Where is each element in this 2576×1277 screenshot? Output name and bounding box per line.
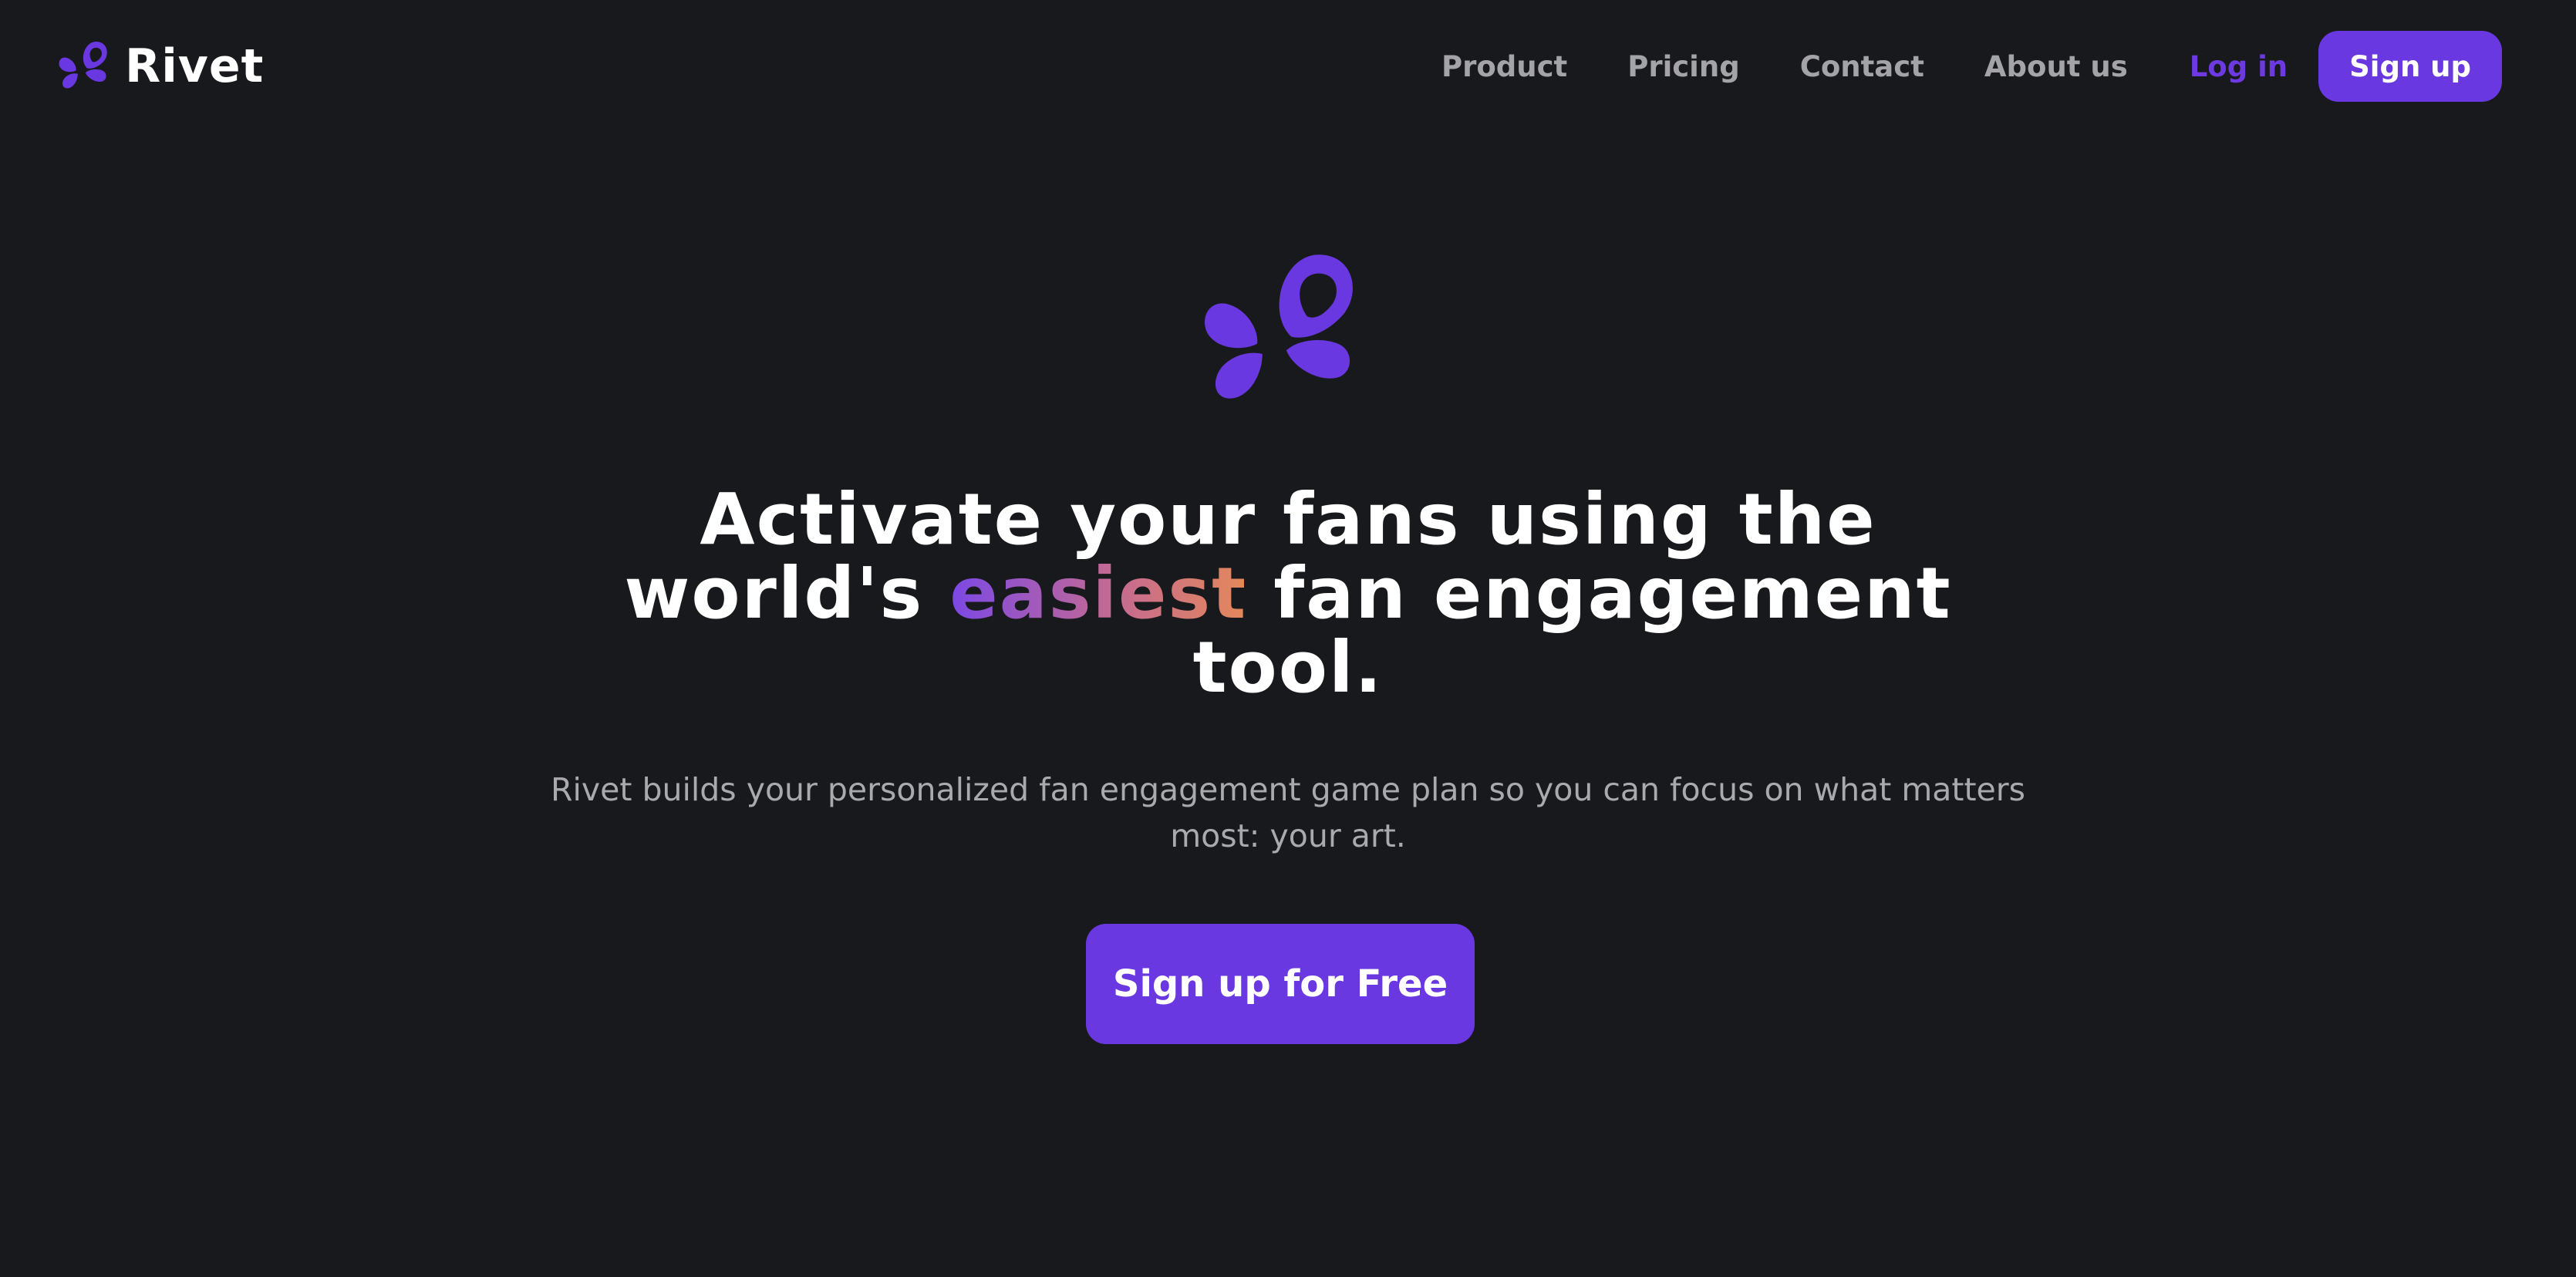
- subtitle-line-2: most: your art.: [1170, 817, 1406, 854]
- rivet-logo-icon: [59, 41, 107, 89]
- nav-link-pricing[interactable]: Pricing: [1627, 50, 1740, 83]
- brand-home-link[interactable]: Rivet: [56, 35, 264, 97]
- top-navbar: Rivet Product Pricing Contact About us L…: [0, 0, 2576, 133]
- headline-line-2-start: world's: [624, 552, 950, 635]
- hero-subtitle: Rivet builds your personalized fan engag…: [478, 767, 2098, 859]
- headline-line-1: Activate your fans using the: [700, 478, 1876, 561]
- headline-line-2: world's easiest fan engagement: [440, 557, 2136, 631]
- nav-link-about-us[interactable]: About us: [1984, 50, 2128, 83]
- main-nav: Product Pricing Contact About us Log in …: [1441, 31, 2502, 102]
- subtitle-line-1: Rivet builds your personalized fan engag…: [551, 771, 2025, 808]
- rivet-hero-logo-icon: [1205, 254, 1353, 399]
- headline-line-2-end: fan engagement: [1247, 552, 1952, 635]
- login-link[interactable]: Log in: [2190, 50, 2288, 83]
- signup-button[interactable]: Sign up: [2318, 31, 2502, 102]
- nav-link-contact[interactable]: Contact: [1800, 50, 1924, 83]
- nav-link-product[interactable]: Product: [1441, 50, 1567, 83]
- headline-accent-word: easiest: [949, 552, 1248, 635]
- headline-line-3: tool.: [1192, 626, 1384, 709]
- hero-headline: Activate your fans using the world's eas…: [440, 483, 2136, 705]
- signup-free-button[interactable]: Sign up for Free: [1086, 924, 1475, 1044]
- brand-name: Rivet: [125, 39, 265, 93]
